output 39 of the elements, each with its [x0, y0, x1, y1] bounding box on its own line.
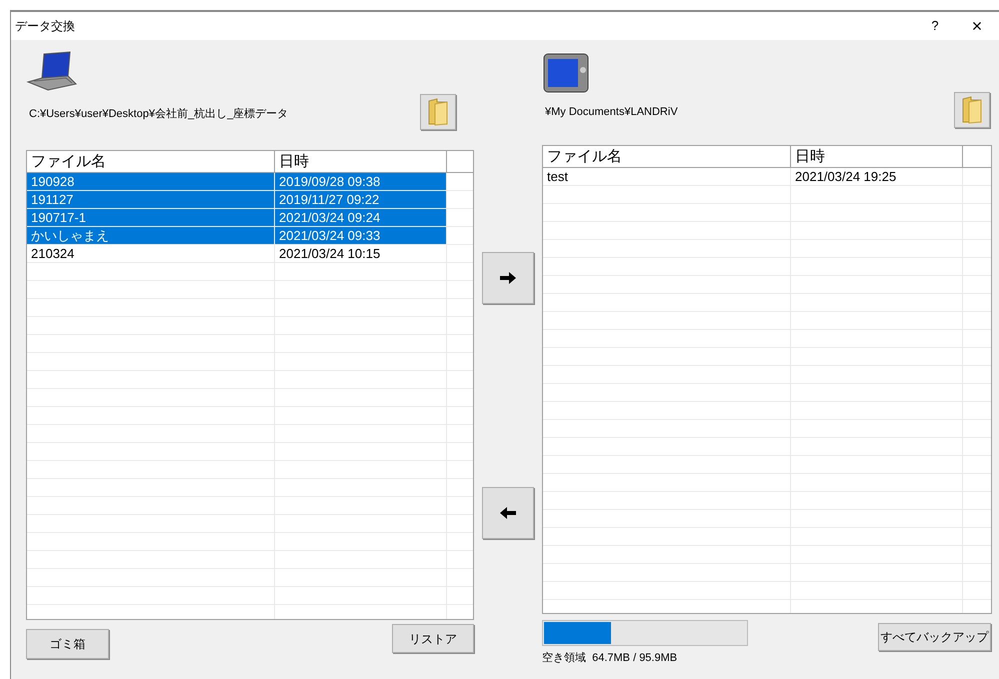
- file-row[interactable]: 190928 2019/09/28 09:38: [27, 173, 473, 191]
- column-header[interactable]: 日時: [791, 146, 963, 167]
- file-name: かいしゃまえ: [27, 227, 275, 244]
- right-arrow-icon: [500, 272, 516, 284]
- window-title: データ交換: [14, 18, 76, 35]
- copy-left-button[interactable]: [482, 487, 534, 539]
- file-row[interactable]: 191127 2019/11/27 09:22: [27, 191, 473, 209]
- file-date: 2021/03/24 09:24: [275, 209, 447, 226]
- file-row[interactable]: 210324 2021/03/24 10:15: [27, 245, 473, 263]
- folder-icon: [961, 96, 983, 124]
- local-path: C:¥Users¥user¥Desktop¥会社前_杭出し_座標データ: [28, 106, 288, 122]
- folder-icon: [427, 98, 449, 126]
- file-name: 191127: [27, 191, 275, 208]
- file-name: 190928: [27, 173, 275, 190]
- device-path: ¥My Documents¥LANDRiV: [544, 104, 678, 120]
- close-button[interactable]: ×: [955, 12, 999, 40]
- restore-button[interactable]: リストア: [392, 624, 474, 653]
- file-row[interactable]: test 2021/03/24 19:25: [543, 168, 991, 186]
- file-name: 190717-1: [27, 209, 275, 226]
- free-space-label: 空き領域 64.7MB / 95.9MB: [542, 650, 678, 666]
- copy-right-button[interactable]: [482, 252, 534, 304]
- file-name: test: [543, 168, 791, 185]
- column-header[interactable]: ファイル名: [543, 146, 791, 167]
- file-date: 2019/09/28 09:38: [275, 173, 447, 190]
- file-date: 2021/03/24 10:15: [275, 245, 447, 262]
- file-row[interactable]: かいしゃまえ 2021/03/24 09:33: [27, 227, 473, 245]
- column-header[interactable]: 日時: [275, 151, 447, 172]
- left-arrow-icon: [500, 507, 516, 519]
- file-name: 210324: [27, 245, 275, 262]
- file-date: 2019/11/27 09:22: [275, 191, 447, 208]
- file-list[interactable]: ファイル名 日時 test 2021/03/24 19:25: [542, 145, 992, 614]
- help-button[interactable]: ?: [915, 16, 955, 36]
- backup-all-button[interactable]: すべてバックアップ: [878, 623, 991, 651]
- trash-button[interactable]: ゴミ箱: [26, 629, 109, 659]
- column-header[interactable]: ファイル名: [27, 151, 275, 172]
- file-date: 2021/03/24 09:33: [275, 227, 447, 244]
- file-date: 2021/03/24 19:25: [791, 168, 963, 185]
- file-list[interactable]: ファイル名 日時 190928 2019/09/28 09:38 191127 2019/11/27 09:22 190717-1 2021/03/24 09:24 かいしゃまえ 2021/03/24 09:33 210324 2021/03/24 10:15: [26, 150, 474, 620]
- file-row[interactable]: 190717-1 2021/03/24 09:24: [27, 209, 473, 227]
